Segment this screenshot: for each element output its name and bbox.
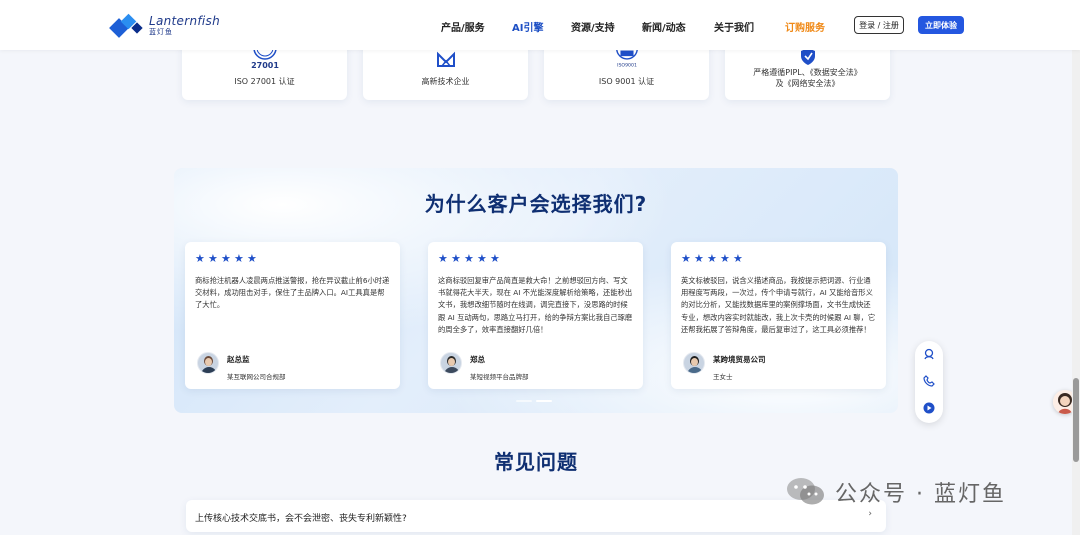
- why-choose-us-section: 为什么客户会选择我们? ★ ★ ★ ★ ★ 商标抢注机器人凌晨两点推送警报，抢在…: [174, 168, 898, 413]
- star-icon: ★: [477, 252, 487, 265]
- star-icon: ★: [720, 252, 730, 265]
- carousel-pagination: [516, 400, 552, 402]
- faq-title: 常见问题: [494, 450, 578, 474]
- star-icon: ★: [438, 252, 448, 265]
- logo[interactable]: Lanternfish 蓝灯鱼: [109, 11, 220, 39]
- nav-about[interactable]: 关于我们: [714, 19, 754, 34]
- star-icon: ★: [234, 252, 244, 265]
- star-rating: ★ ★ ★ ★ ★: [195, 252, 257, 265]
- star-icon: ★: [707, 252, 717, 265]
- review-card: ★ ★ ★ ★ ★ 这商标驳回复审产品简直是救大命！之前想驳回方向、写文书就得花…: [428, 242, 643, 389]
- play-video-icon[interactable]: [922, 401, 936, 415]
- section-title: 为什么客户会选择我们?: [424, 192, 648, 216]
- reviewer-org: 某互联网公司合规部: [227, 373, 286, 381]
- reviewer-name: 郑总: [470, 355, 485, 364]
- nav-resources[interactable]: 资源/支持: [571, 19, 615, 34]
- scrollbar-thumb[interactable]: [1073, 378, 1079, 462]
- star-icon: ★: [464, 252, 474, 265]
- review-card: ★ ★ ★ ★ ★ 英文标被驳回，说含义描述商品，我按提示把词源、行业通用程度写…: [671, 242, 886, 389]
- star-icon: ★: [247, 252, 257, 265]
- iso-27001-badge: 27001: [251, 61, 279, 70]
- try-now-button[interactable]: 立即体验: [918, 16, 964, 34]
- faq-question: 上传核心技术交底书，会不会泄密、丧失专利新颖性?: [195, 514, 407, 524]
- reviewer-name: 某跨境贸易公司: [713, 355, 766, 364]
- review-card: ★ ★ ★ ★ ★ 商标抢注机器人凌晨两点推送警报，抢在异议截止前6小时递交材料…: [185, 242, 400, 389]
- faq-item[interactable]: 上传核心技术交底书，会不会泄密、丧失专利新颖性? ›: [186, 500, 886, 532]
- chevron-right-icon: ›: [868, 509, 872, 519]
- nav-products[interactable]: 产品/服务: [441, 19, 485, 34]
- cert-label-line2: 及《网络安全法》: [775, 79, 840, 88]
- review-text: 商标抢注机器人凌晨两点推送警报，抢在异议截止前6小时递交材料，成功阻击对手，保住…: [195, 276, 390, 310]
- iso-9001-badge: ISO9001: [617, 62, 637, 68]
- nav-ai-engine[interactable]: AI引擎: [512, 19, 543, 34]
- reviewer-name: 赵总监: [227, 355, 250, 364]
- review-text: 英文标被驳回，说含义描述商品，我按提示把词源、行业通用程度写两段，一次过，传个申…: [681, 276, 876, 334]
- star-rating: ★ ★ ★ ★ ★: [681, 252, 743, 265]
- logo-chinese-name: 蓝灯鱼: [149, 27, 173, 36]
- carousel-dot-active[interactable]: [536, 400, 552, 402]
- cert-label: 高新技术企业: [421, 77, 470, 86]
- carousel-dot[interactable]: [516, 400, 532, 402]
- star-rating: ★ ★ ★ ★ ★: [438, 252, 500, 265]
- reviewer-org: 某短视频平台品牌部: [470, 373, 529, 381]
- star-icon: ★: [195, 252, 205, 265]
- avatar: [683, 352, 705, 374]
- wechat-icon: [785, 476, 827, 508]
- reviewer-org: 王女士: [713, 373, 733, 381]
- cert-label: ISO 27001 认证: [234, 77, 295, 86]
- wechat-watermark: 公众号 · 蓝灯鱼: [785, 476, 1006, 508]
- star-icon: ★: [451, 252, 461, 265]
- avatar: [440, 352, 462, 374]
- star-icon: ★: [490, 252, 500, 265]
- phone-icon[interactable]: [922, 374, 936, 388]
- review-text: 这商标驳回复审产品简直是救大命！之前想驳回方向、写文书就得花大半天，现在 AI …: [438, 276, 633, 334]
- floating-toolbar: [915, 341, 943, 423]
- logo-mark-icon: [109, 13, 146, 38]
- logo-wordmark: Lanternfish: [149, 13, 220, 28]
- avatar: [197, 352, 219, 374]
- star-icon: ★: [221, 252, 231, 265]
- site-header: Lanternfish 蓝灯鱼 产品/服务 AI引擎 资源/支持 新闻/动态 关…: [0, 0, 1080, 50]
- cert-label-line1: 严格遵循PIPL、《数据安全法》: [753, 68, 862, 77]
- star-icon: ★: [733, 252, 743, 265]
- star-icon: ★: [208, 252, 218, 265]
- customer-service-icon[interactable]: [922, 347, 936, 361]
- nav-subscribe[interactable]: 订购服务: [785, 19, 825, 34]
- cert-label: ISO 9001 认证: [598, 77, 655, 86]
- star-icon: ★: [694, 252, 704, 265]
- nav-news[interactable]: 新闻/动态: [642, 19, 686, 34]
- watermark-text: 公众号 · 蓝灯鱼: [835, 482, 1006, 507]
- login-register-button[interactable]: 登录 / 注册: [854, 16, 904, 34]
- star-icon: ★: [681, 252, 691, 265]
